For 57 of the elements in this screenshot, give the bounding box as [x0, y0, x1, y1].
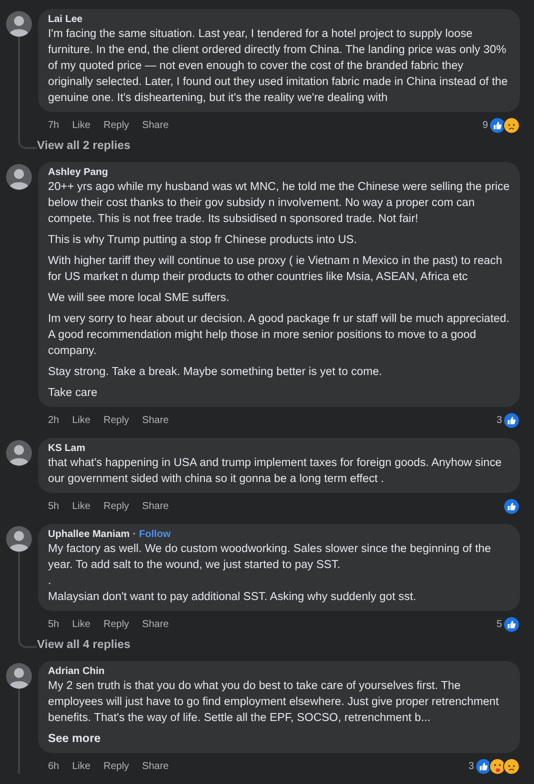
- thread-connector: [18, 133, 37, 149]
- comment-text: We will see more local SME suffers.: [48, 291, 230, 306]
- comment-text: 20++ yrs ago while my husband was wt MNC, he told me the Chinese were selling the price below their cost thanks to their gov subsidy n involvement. No way a proper com can compete. This is not free trade. Its subsidised n sponsored trade. Not fair!: [48, 180, 510, 227]
- timestamp[interactable]: 7h: [48, 120, 60, 130]
- comment-text: My 2 sen truth is that you do what you do best to take care of yourselves first. The employees will just have to go find employment elsewhere. Just give proper retrenchment benefits. That's the way of life. Settle all the EPF, SOCSO, retrenchment b...: [48, 679, 500, 726]
- comment-text: Take care: [48, 386, 98, 401]
- action-link[interactable]: Share: [142, 760, 169, 772]
- author-name[interactable]: Uphallee Maniam: [48, 529, 130, 540]
- avatar[interactable]: [6, 11, 32, 37]
- reaction-count[interactable]: 5: [496, 618, 502, 630]
- view-replies-link[interactable]: View all 4 replies: [37, 638, 130, 651]
- action-link[interactable]: Share: [142, 414, 169, 426]
- author-name[interactable]: Adrian Chin: [48, 666, 105, 677]
- timestamp[interactable]: 5h: [48, 618, 60, 630]
- timestamp[interactable]: 5h: [48, 500, 60, 512]
- thumbs-up-icon: [503, 616, 520, 632]
- comment-text: that what's happening in USA and trump implement taxes for foreign goods. Anyhow since our government sided with china so it gonna be a long term effect .: [48, 456, 503, 487]
- sad-face-icon: [503, 758, 520, 774]
- action-link[interactable]: Reply: [103, 120, 130, 130]
- comment-text: Stay strong. Take a break. Maybe something better is yet to come.: [48, 365, 384, 380]
- action-link[interactable]: Reply: [103, 414, 130, 426]
- action-link[interactable]: Share: [142, 120, 169, 130]
- comment-text: Im very sorry to hear about ur decision. A good package fr ur staff will be much appreciated. A good recommendation might help those in more senior positions to move to a good company.: [48, 312, 510, 359]
- comment-text: My factory as well. We do custom woodworking. Sales slower since the beginning of the year. To add salt to the wound, we just started to pay SST. . Malaysian don't want to pay additional SST. Asking why suddenly got sst.: [48, 542, 492, 605]
- author-name[interactable]: Lai Lee: [48, 14, 82, 25]
- separator-dot: ·: [132, 529, 136, 540]
- action-link[interactable]: Like: [72, 120, 90, 130]
- action-link[interactable]: Share: [142, 618, 169, 630]
- thread-connector: [18, 632, 37, 648]
- action-link[interactable]: Like: [72, 414, 90, 426]
- author-name[interactable]: KS Lam: [48, 443, 86, 454]
- comment-text: This is why Trump putting a stop fr Chinese products into US.: [48, 233, 358, 248]
- action-link[interactable]: Reply: [103, 500, 130, 512]
- action-link[interactable]: Share: [142, 500, 169, 512]
- action-link[interactable]: Reply: [103, 760, 130, 772]
- thumbs-up-icon: [503, 498, 520, 514]
- reaction-count[interactable]: 3: [496, 414, 502, 426]
- avatar[interactable]: [6, 440, 32, 466]
- avatar[interactable]: [6, 164, 32, 190]
- follow-link[interactable]: Follow: [139, 529, 171, 540]
- action-link[interactable]: Reply: [103, 618, 130, 630]
- action-link[interactable]: Like: [72, 500, 90, 512]
- avatar[interactable]: [6, 526, 32, 552]
- reaction-count[interactable]: 9: [482, 120, 488, 130]
- sad-face-icon: [503, 116, 520, 134]
- timestamp[interactable]: 2h: [48, 414, 60, 426]
- comment-text: I'm facing the same situation. Last year, I tendered for a hotel project to supply loose furniture. In the end, the client ordered directly from China. The landing price was only 30% of my quoted price — not even enough to cover the cost of the branded fabric they originally selected. Later, I found out they used imitation fabric made in China instead of the genuine one. It's disheartening, but it's the reality we're dealing with: [48, 27, 509, 106]
- see-more-link[interactable]: See more: [48, 731, 510, 747]
- thumbs-up-icon: [503, 412, 520, 428]
- view-replies-link[interactable]: View all 2 replies: [37, 139, 130, 152]
- timestamp[interactable]: 6h: [48, 760, 60, 772]
- action-link[interactable]: Like: [72, 760, 90, 772]
- reaction-count[interactable]: 3: [468, 760, 474, 772]
- action-link[interactable]: Like: [72, 618, 90, 630]
- comment-text: With higher tariff they will continue to use proxy ( ie Vietnam n Mexico in the past) to reach for US market n dump their products to other countries like Msia, ASEAN, Africa etc: [48, 254, 504, 285]
- author-name[interactable]: Ashley Pang: [48, 167, 108, 178]
- avatar[interactable]: [6, 663, 32, 689]
